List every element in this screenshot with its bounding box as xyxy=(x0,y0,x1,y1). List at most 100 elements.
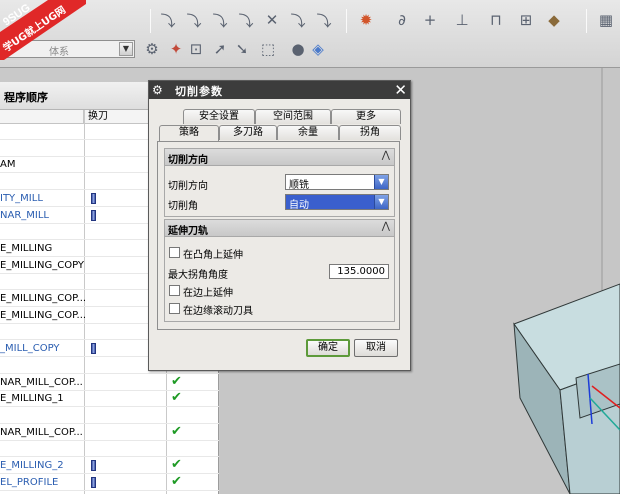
watermark-badge: 9SUG 学UG就上UG网 xyxy=(0,0,86,60)
operation-icon[interactable]: ⤵ xyxy=(236,10,256,30)
checkmark-icon: ✔ xyxy=(171,390,182,406)
link-icon[interactable]: ∂ xyxy=(392,10,412,30)
extend-path-title: 延伸刀轨 xyxy=(168,226,208,237)
cube-icon[interactable]: ◈ xyxy=(308,39,328,59)
tool-change-icon xyxy=(91,343,96,355)
cut-angle-select[interactable]: 自动 ▼ xyxy=(285,194,389,211)
snap-icon[interactable]: ✦ xyxy=(166,39,186,59)
chevron-down-icon[interactable]: ▼ xyxy=(374,195,388,209)
cut-direction-value: 顺铣 xyxy=(289,180,309,191)
toolbar-separator xyxy=(150,9,151,33)
tool-change-icon xyxy=(91,192,96,204)
operation-name: NAR_MILL_COP... xyxy=(0,426,83,438)
arrow-icon[interactable]: ➚ xyxy=(210,39,230,59)
tab-corners[interactable]: 拐角 xyxy=(339,125,401,140)
extend-path-header[interactable]: 延伸刀轨 ⋀ xyxy=(165,220,394,237)
max-corner-angle-label: 最大拐角角度 xyxy=(168,270,228,281)
extend-convex-label: 在凸角上延伸 xyxy=(183,250,243,261)
plus-icon[interactable]: + xyxy=(420,10,440,30)
operation-name: E_MILLING_COP... xyxy=(0,293,87,304)
operation-name: NAR_MILL_COP... xyxy=(0,376,83,388)
cut-direction-group: 切削方向 ⋀ 切削方向 顺铣 ▼ 切削角 自动 ▼ xyxy=(164,148,395,217)
chevron-down-icon[interactable]: ▼ xyxy=(374,175,388,189)
table-row[interactable]: E_MILLING_2 ✔ xyxy=(0,457,219,474)
select-icon[interactable]: ⊡ xyxy=(186,39,206,59)
chevron-up-icon[interactable]: ⋀ xyxy=(382,150,390,161)
tab-stock[interactable]: 余量 xyxy=(277,125,339,140)
dot-icon[interactable]: ● xyxy=(288,39,308,59)
operation-name: _MILL_COPY xyxy=(0,343,60,355)
extend-at-edges-label: 在边上延伸 xyxy=(183,288,233,299)
dialog-title: 切削参数 xyxy=(175,85,223,98)
gear-icon[interactable]: ⚙ xyxy=(142,39,162,59)
checkmark-icon: ✔ xyxy=(171,473,182,489)
operation-name: AM xyxy=(0,159,16,171)
chevron-up-icon[interactable]: ⋀ xyxy=(382,221,390,232)
cut-direction-title: 切削方向 xyxy=(168,155,208,166)
tab-multiple-passes[interactable]: 多刀路 xyxy=(219,125,277,140)
checkmark-icon: ✔ xyxy=(171,423,182,439)
operation-icon[interactable]: ⤵ xyxy=(288,10,308,30)
cut-angle-value: 自动 xyxy=(289,200,309,211)
grid-icon[interactable]: ▦ xyxy=(596,10,616,30)
operation-name: E_MILLING_2 xyxy=(0,460,64,471)
chevron-down-icon[interactable]: ▼ xyxy=(119,42,133,56)
column-header-name[interactable] xyxy=(0,110,84,124)
extend-path-group: 延伸刀轨 ⋀ 在凸角上延伸 最大拐角角度 135.0000 在边上延伸 在边缘滚… xyxy=(164,219,395,322)
cut-direction-header[interactable]: 切削方向 ⋀ xyxy=(165,149,394,166)
operation-name: EL_PROFILE xyxy=(0,476,59,488)
operation-icon[interactable]: ⤵ xyxy=(184,10,204,30)
cut-direction-label: 切削方向 xyxy=(168,181,208,192)
table-row[interactable] xyxy=(0,408,219,424)
measure-icon[interactable]: ⊓ xyxy=(486,10,506,30)
operation-name: NAR_MILL xyxy=(0,209,49,221)
tool-change-icon xyxy=(91,460,96,471)
tool-change-icon xyxy=(91,476,96,488)
operation-name: E_MILLING_1 xyxy=(0,393,64,405)
operation-icon[interactable]: ⤵ xyxy=(158,10,178,30)
toolbar-separator xyxy=(346,9,347,33)
toolbar-row-1: ⤵ ⤵ ⤵ ⤵ ✕ ⤵ ⤵ ✹ ∂ + ⊥ ⊓ ⊞ ◆ ▦ xyxy=(0,6,620,36)
operation-name: E_MILLING_COP... xyxy=(0,309,87,321)
table-row[interactable]: E_MILLING_1 ✔ xyxy=(0,390,219,408)
operation-icon[interactable]: ⤵ xyxy=(210,10,230,30)
operation-icon[interactable]: ⤵ xyxy=(314,10,334,30)
tab-strategy[interactable]: 策略 xyxy=(159,125,219,141)
align-icon[interactable]: ⊥ xyxy=(452,10,472,30)
ok-button[interactable]: 确定 xyxy=(306,339,350,357)
extend-convex-checkbox[interactable] xyxy=(169,247,180,258)
cutting-parameters-dialog: ⚙ 切削参数 ✕ 安全设置 空间范围 更多 策略 多刀路 余量 拐角 切削方向 … xyxy=(148,80,411,371)
roll-tool-checkbox[interactable] xyxy=(169,303,180,314)
operation-name: E_MILLING xyxy=(0,242,53,254)
main-toolbar: ⤵ ⤵ ⤵ ⤵ ✕ ⤵ ⤵ ✹ ∂ + ⊥ ⊓ ⊞ ◆ ▦ 体系 ▼ ⚙ ✦ ⊡… xyxy=(0,0,620,68)
strategy-panel: 切削方向 ⋀ 切削方向 顺铣 ▼ 切削角 自动 ▼ 延伸刀轨 ⋀ 在凸角上延伸 … xyxy=(157,141,400,330)
cut-angle-label: 切削角 xyxy=(168,201,198,212)
gear-icon: ⚙ xyxy=(152,83,163,97)
checkmark-icon: ✔ xyxy=(171,457,182,472)
roll-tool-label: 在边缘滚动刀具 xyxy=(183,306,253,317)
operation-name: E_MILLING_COPY xyxy=(0,259,84,271)
table-row[interactable] xyxy=(0,441,219,458)
cancel-button[interactable]: 取消 xyxy=(354,339,398,357)
part-icon[interactable]: ⊞ xyxy=(516,10,536,30)
render-icon[interactable]: ✹ xyxy=(356,10,376,30)
delete-toolpath-icon[interactable]: ✕ xyxy=(262,10,282,30)
table-row[interactable]: NAR_MILL_COP... ✔ xyxy=(0,374,219,391)
tool-change-icon xyxy=(91,209,96,221)
tab-space-range[interactable]: 空间范围 xyxy=(255,109,331,124)
table-row[interactable]: NAR_MILL_COP... ✔ xyxy=(0,423,219,441)
tab-more[interactable]: 更多 xyxy=(331,109,401,124)
close-icon[interactable]: ✕ xyxy=(394,81,407,99)
operation-name: ITY_MILL xyxy=(0,192,43,204)
table-row[interactable]: EL_PROFILE ✔ xyxy=(0,473,219,491)
tab-safety[interactable]: 安全设置 xyxy=(183,109,255,124)
cut-direction-select[interactable]: 顺铣 ▼ xyxy=(285,174,389,191)
toolbar-separator xyxy=(586,9,587,33)
max-corner-angle-input[interactable]: 135.0000 xyxy=(329,264,389,279)
navigator-title: 程序顺序 xyxy=(4,91,48,104)
dialog-titlebar[interactable]: ⚙ 切削参数 ✕ xyxy=(149,81,410,99)
arrow-icon[interactable]: ➘ xyxy=(232,39,252,59)
solid-icon[interactable]: ◆ xyxy=(544,10,564,30)
box-select-icon[interactable]: ⬚ xyxy=(258,39,278,59)
extend-at-edges-checkbox[interactable] xyxy=(169,285,180,296)
